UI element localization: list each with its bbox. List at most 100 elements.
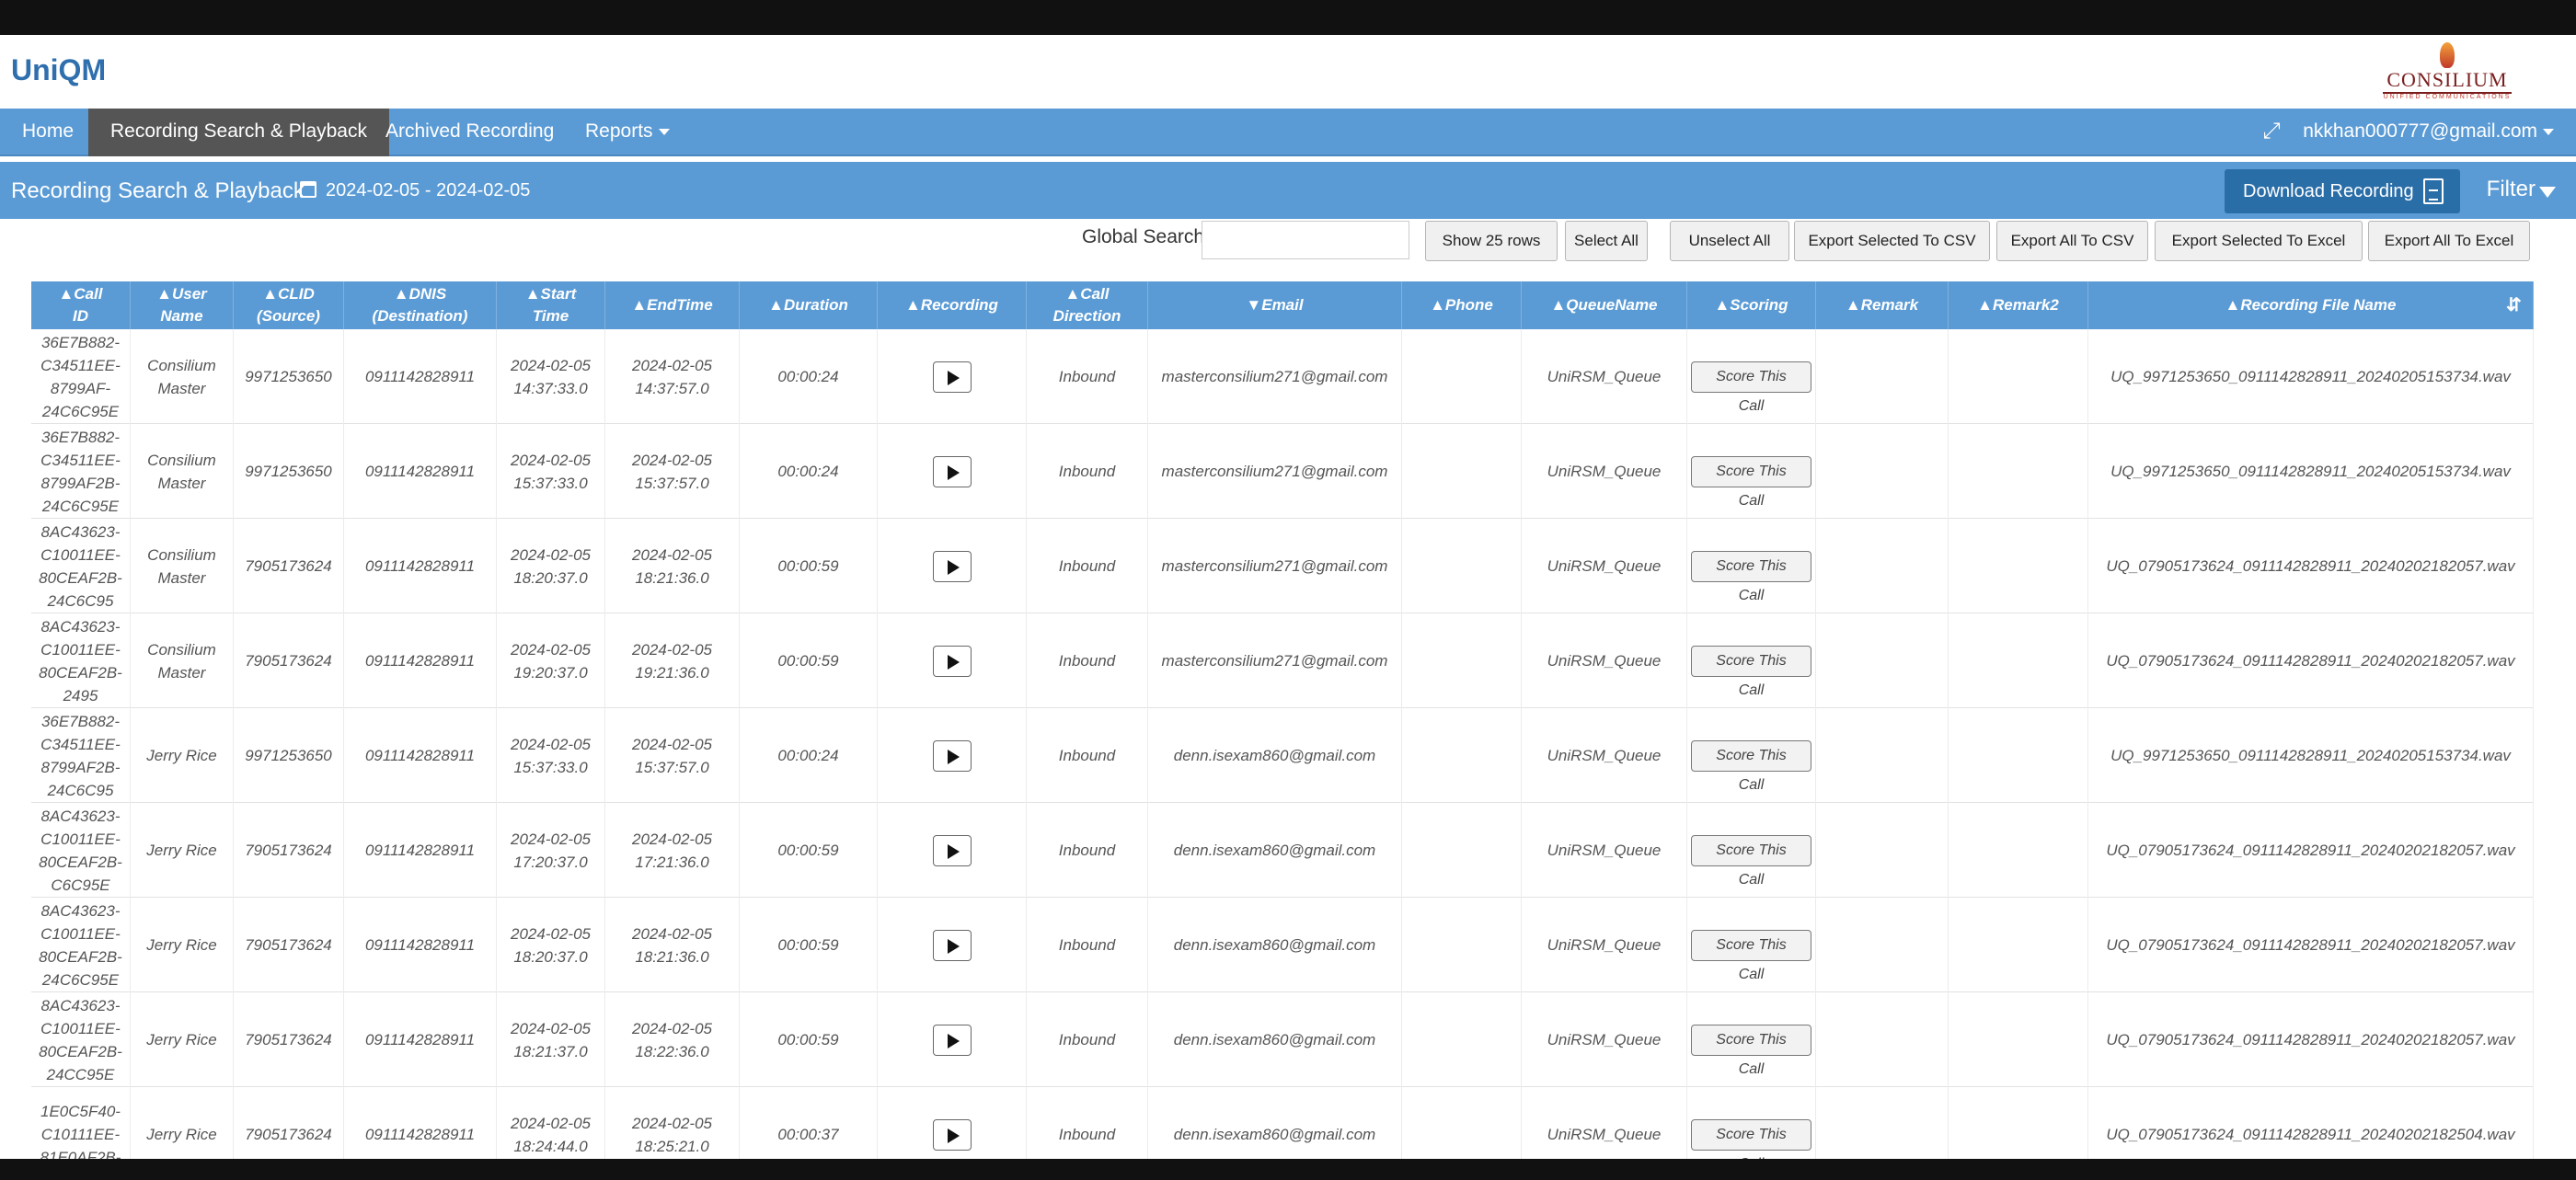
cell-recording-file-name: UQ_07905173624_0911142828911_20240202182… xyxy=(2088,898,2534,992)
cell-email: denn.isexam860@gmail.com xyxy=(1148,708,1402,803)
start-time-value: 2024-02-05 18:20:37.0 xyxy=(511,924,591,966)
date-range-picker[interactable]: 2024-02-05 - 2024-02-05 xyxy=(300,180,530,201)
column-header-recording-file-name[interactable]: ▲Recording File Name xyxy=(2088,281,2534,329)
user-menu[interactable]: nkkhan000777@gmail.com xyxy=(2303,109,2554,156)
nav-reports[interactable]: Reports xyxy=(563,109,692,156)
download-recording-button[interactable]: Download Recording xyxy=(2225,169,2460,213)
column-header-clid[interactable]: ▲CLID (Source) xyxy=(234,281,344,329)
column-header-remark[interactable]: ▲Remark xyxy=(1816,281,1949,329)
dnis-value: 0911142828911 xyxy=(364,747,476,764)
column-header-call-direction[interactable]: ▲Call Direction xyxy=(1027,281,1148,329)
play-icon[interactable] xyxy=(932,929,972,961)
unselect-all-button[interactable]: Unselect All xyxy=(1670,221,1789,261)
table-row[interactable]: 8AC43623- C10011EE- 80CEAF2B- C6C95E Jerr… xyxy=(31,803,2534,898)
queue-name-value: UniRSM_Queue xyxy=(1547,557,1662,575)
play-icon[interactable] xyxy=(932,550,972,582)
call-direction-value: Inbound xyxy=(1058,463,1116,480)
app-title[interactable]: UniQM xyxy=(11,53,106,87)
column-header-recording[interactable]: ▲Recording xyxy=(878,281,1027,329)
call-id-value: 8AC43623- C10011EE- 80CEAF2B- 2495 xyxy=(39,617,122,705)
logo-subtext: UNIFIED COMMUNICATIONS xyxy=(2383,94,2512,100)
column-header-user-name[interactable]: ▲User Name xyxy=(131,281,234,329)
cell-recording-file-name: UQ_07905173624_0911142828911_20240202182… xyxy=(2088,803,2534,898)
score-this-call-button[interactable]: Score This Call xyxy=(1691,455,1811,509)
table-row[interactable]: 36E7B882- C34511EE- 8799AF2B- 24C6C95E Co… xyxy=(31,424,2534,519)
select-all-button[interactable]: Select All xyxy=(1565,221,1648,261)
cell-call-id: 36E7B882- C34511EE- 8799AF2B- 24C6C95 xyxy=(31,708,131,803)
dnis-value: 0911142828911 xyxy=(364,1031,476,1048)
play-icon[interactable] xyxy=(932,361,972,393)
nav-recording-search[interactable]: Recording Search & Playback xyxy=(88,109,389,156)
cell-remark xyxy=(1816,424,1949,519)
dnis-value: 0911142828911 xyxy=(364,1126,476,1143)
export-all-csv-button[interactable]: Export All To CSV xyxy=(1996,221,2148,261)
column-header-email[interactable]: ▼Email xyxy=(1148,281,1402,329)
play-icon[interactable] xyxy=(932,1024,972,1056)
play-icon[interactable] xyxy=(932,739,972,772)
table-row[interactable]: 36E7B882- C34511EE- 8799AF2B- 24C6C95 Jer… xyxy=(31,708,2534,803)
clid-value: 7905173624 xyxy=(245,652,332,670)
play-icon[interactable] xyxy=(932,645,972,677)
cell-remark xyxy=(1816,519,1949,613)
score-this-call-button[interactable]: Score This Call xyxy=(1691,834,1811,888)
column-header-label: ▲EndTime xyxy=(631,296,713,314)
calendar-icon xyxy=(300,181,316,198)
table-row[interactable]: 36E7B882- C34511EE- 8799AF- 24C6C95E Cons… xyxy=(31,329,2534,424)
export-selected-csv-button[interactable]: Export Selected To CSV xyxy=(1794,221,1990,261)
cell-user-name: Consilium Master xyxy=(131,329,234,424)
column-header-queue-name[interactable]: ▲QueueName xyxy=(1522,281,1687,329)
nav-home[interactable]: Home xyxy=(0,109,96,156)
column-toggle-icon[interactable]: ⇵ xyxy=(2506,295,2526,315)
column-header-duration[interactable]: ▲Duration xyxy=(740,281,878,329)
call-id-value: 8AC43623- C10011EE- 80CEAF2B- 24CC95E xyxy=(39,996,122,1083)
cell-call-direction: Inbound xyxy=(1027,708,1148,803)
start-time-value: 2024-02-05 15:37:33.0 xyxy=(511,451,591,492)
export-all-excel-button[interactable]: Export All To Excel xyxy=(2368,221,2530,261)
column-header-remark2[interactable]: ▲Remark2 xyxy=(1949,281,2088,329)
call-id-value: 36E7B882- C34511EE- 8799AF- 24C6C95E xyxy=(40,333,121,420)
table-row[interactable]: 8AC43623- C10011EE- 80CEAF2B- 24C6C95E Je… xyxy=(31,898,2534,992)
score-this-call-button[interactable]: Score This Call xyxy=(1691,1118,1811,1159)
cell-recording-file-name: UQ_07905173624_0911142828911_20240202182… xyxy=(2088,1087,2534,1159)
cell-recording-file-name: UQ_07905173624_0911142828911_20240202182… xyxy=(2088,613,2534,708)
duration-value: 00:00:24 xyxy=(777,463,839,480)
clid-value: 7905173624 xyxy=(245,936,332,954)
play-icon[interactable] xyxy=(932,455,972,487)
table-row[interactable]: 8AC43623- C10011EE- 80CEAF2B- 24CC95E Jer… xyxy=(31,992,2534,1087)
score-this-call-button[interactable]: Score This Call xyxy=(1691,1024,1811,1077)
cell-email: masterconsilium271@gmail.com xyxy=(1148,424,1402,519)
cell-call-direction: Inbound xyxy=(1027,329,1148,424)
column-header-call-id[interactable]: ▲Call ID xyxy=(31,281,131,329)
nav-archived-recording[interactable]: Archived Recording xyxy=(363,109,576,156)
dnis-value: 0911142828911 xyxy=(364,463,476,480)
score-this-call-button[interactable]: Score This Call xyxy=(1691,645,1811,698)
column-header-label: ▲CLID (Source) xyxy=(257,285,320,325)
score-this-call-button[interactable]: Score This Call xyxy=(1691,739,1811,793)
consilium-logo: CONSILIUM UNIFIED COMMUNICATIONS xyxy=(2383,42,2512,101)
play-icon[interactable] xyxy=(932,834,972,866)
table-row[interactable]: 1E0C5F40- C10111EE- 81E0AF2B- Jerry Rice 7… xyxy=(31,1087,2534,1159)
email-value: denn.isexam860@gmail.com xyxy=(1173,1031,1376,1048)
global-search-input[interactable] xyxy=(1202,221,1409,259)
export-selected-excel-button[interactable]: Export Selected To Excel xyxy=(2155,221,2363,261)
page-title: Recording Search & Playback xyxy=(11,178,305,203)
column-header-scoring[interactable]: ▲Scoring xyxy=(1687,281,1816,329)
cell-queue-name: UniRSM_Queue xyxy=(1522,803,1687,898)
score-this-call-button[interactable]: Score This Call xyxy=(1691,929,1811,982)
table-row[interactable]: 8AC43623- C10011EE- 80CEAF2B- 24C6C95 Con… xyxy=(31,519,2534,613)
filter-button[interactable]: Filter xyxy=(2487,177,2556,202)
table-row[interactable]: 8AC43623- C10011EE- 80CEAF2B- 2495 Consil… xyxy=(31,613,2534,708)
column-header-start-time[interactable]: ▲Start Time xyxy=(497,281,605,329)
play-icon[interactable] xyxy=(932,1118,972,1151)
expand-icon[interactable]: ⤢ xyxy=(2260,120,2283,143)
call-direction-value: Inbound xyxy=(1058,368,1116,385)
score-this-call-button[interactable]: Score This Call xyxy=(1691,550,1811,603)
column-header-dnis[interactable]: ▲DNIS (Destination) xyxy=(344,281,497,329)
recording-file-name-value: UQ_9971253650_0911142828911_202402051537… xyxy=(2110,747,2511,764)
score-this-call-button[interactable]: Score This Call xyxy=(1691,361,1811,414)
column-header-phone[interactable]: ▲Phone xyxy=(1402,281,1522,329)
show-rows-button[interactable]: Show 25 rows xyxy=(1425,221,1558,261)
cell-user-name: Jerry Rice xyxy=(131,1087,234,1159)
column-header-end-time[interactable]: ▲EndTime xyxy=(605,281,740,329)
cell-user-name: Jerry Rice xyxy=(131,803,234,898)
